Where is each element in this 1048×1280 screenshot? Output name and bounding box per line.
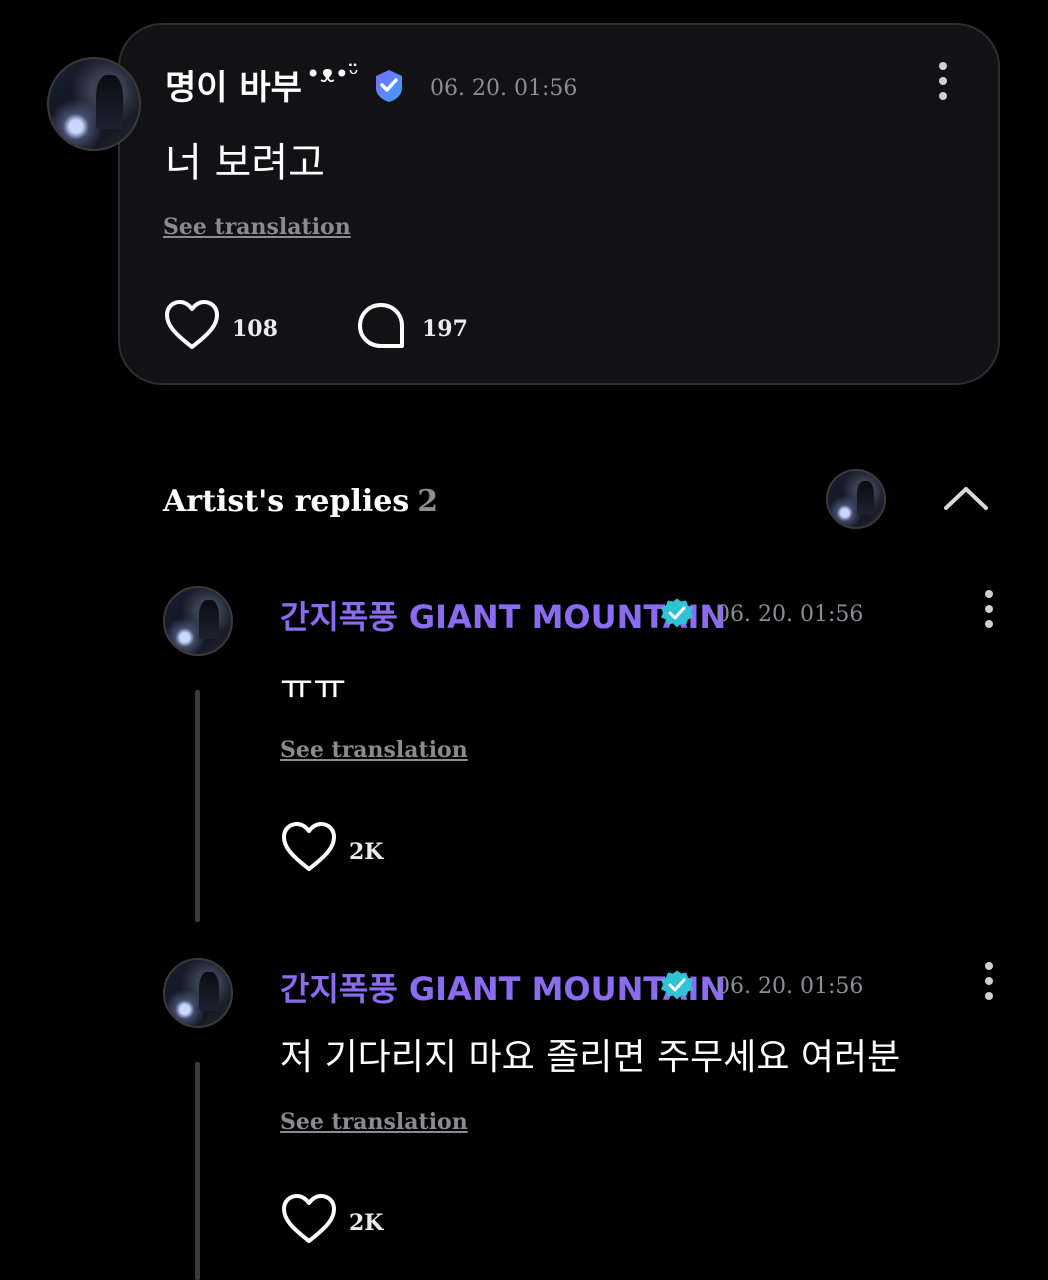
artist-replies-count: 2 [417,484,439,519]
artist-replies-heading: Artist's replies 2 [163,484,438,519]
post-author-avatar[interactable] [47,57,141,151]
reply-avatar[interactable] [163,958,233,1028]
post-like-count: 108 [232,316,278,342]
verified-icon [661,970,693,1000]
post-comment-count: 197 [422,316,468,342]
reply-see-translation-link[interactable]: See translation [280,737,468,763]
thread-line [195,1062,200,1280]
post-more-icon[interactable] [926,60,960,102]
post-author-name[interactable]: 명이 바부 [165,60,302,109]
post-timestamp: 06. 20. 01:56 [430,76,578,101]
reply-like-count: 2K [349,1210,384,1236]
reply-body: ㅠㅠ [280,667,347,708]
chevron-up-icon[interactable] [940,478,992,518]
post-comment-icon[interactable] [356,302,408,350]
reply-timestamp: 06. 20. 01:56 [716,602,864,627]
artist-avatar-small[interactable] [826,469,886,529]
reply-timestamp: 06. 20. 01:56 [716,974,864,999]
post-like-heart-icon[interactable] [164,299,220,351]
reply-more-icon[interactable] [972,588,1006,630]
reply-like-heart-icon[interactable] [281,821,337,873]
reply-see-translation-link[interactable]: See translation [280,1109,468,1135]
thread-line [195,690,200,922]
reply-like-heart-icon[interactable] [281,1193,337,1245]
post-author-decoration: •ᴥ•ᵕ̈ [306,60,359,88]
reply-body: 저 기다리지 마요 졸리면 주무세요 여러분 [280,1037,901,1078]
reply-avatar[interactable] [163,586,233,656]
verified-icon [661,598,693,628]
artist-replies-title: Artist's replies [163,484,410,519]
post-body: 너 보려고 [165,140,325,186]
membership-badge-icon [376,70,402,102]
reply-more-icon[interactable] [972,960,1006,1002]
post-see-translation-link[interactable]: See translation [163,214,351,240]
reply-like-count: 2K [349,839,384,865]
